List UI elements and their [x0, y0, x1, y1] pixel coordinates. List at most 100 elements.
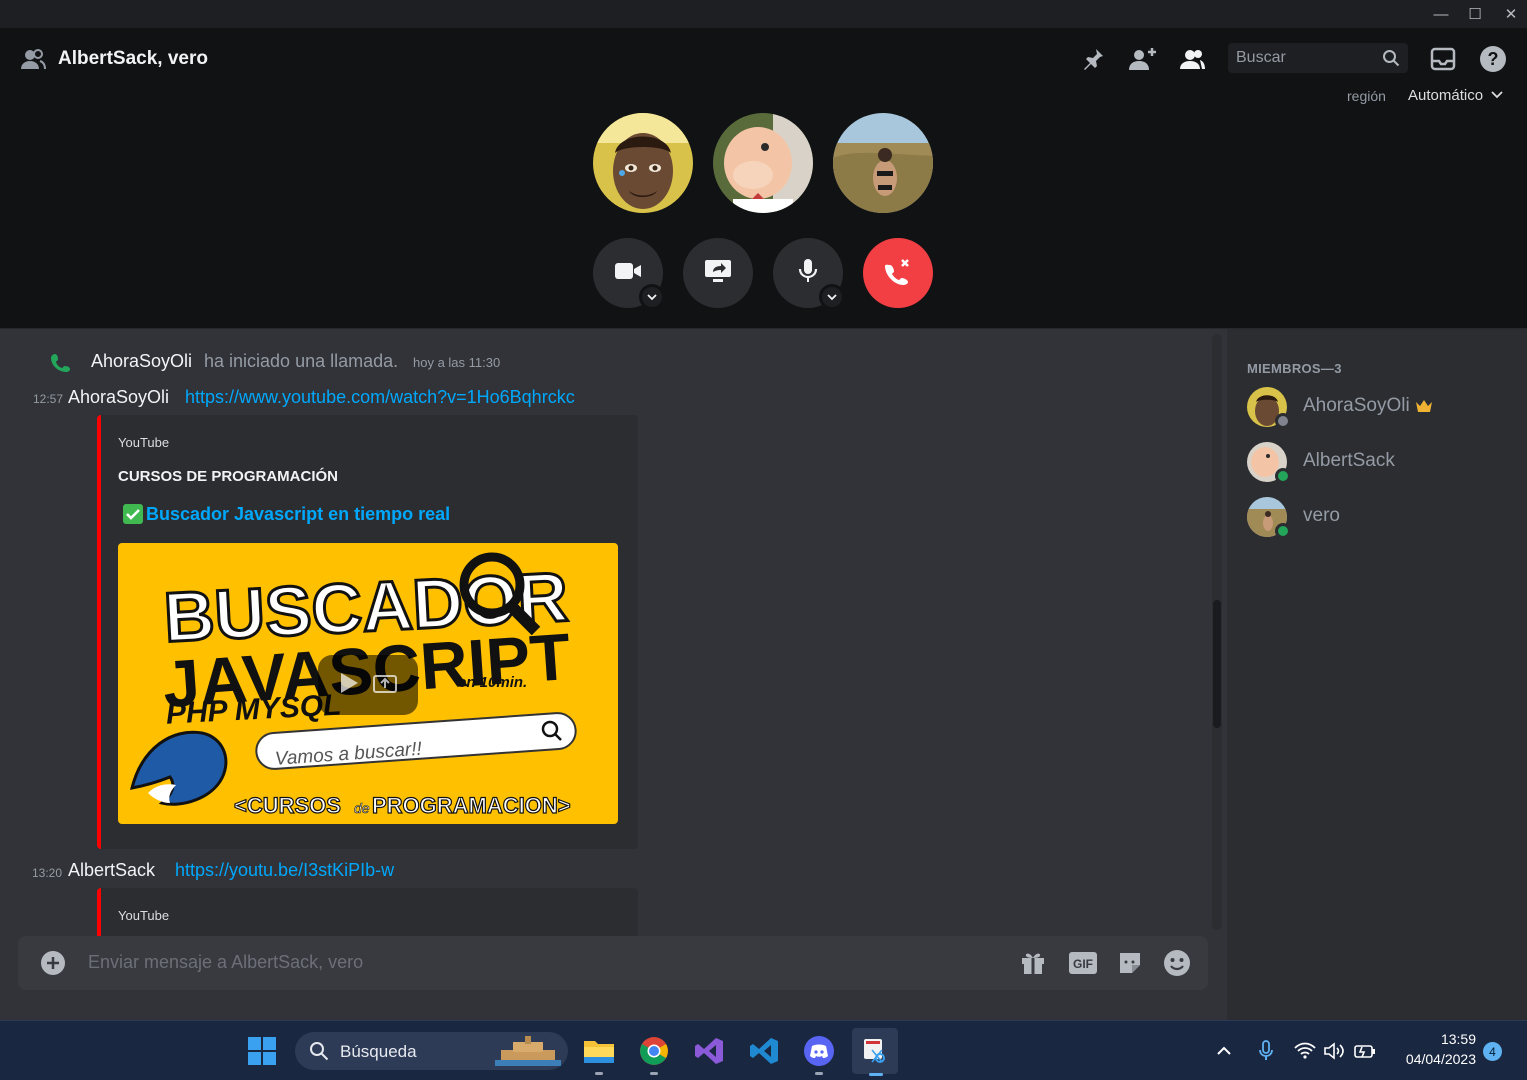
member-item-vero[interactable]: vero: [1247, 495, 1507, 539]
youtube-embed: YouTube: [97, 888, 638, 936]
camera-button[interactable]: [593, 238, 665, 310]
maximize-icon[interactable]: ☐: [1457, 0, 1493, 28]
play-icon[interactable]: [339, 672, 359, 699]
participant-avatar-ahorasoyoli[interactable]: [593, 113, 693, 213]
running-indicator: [650, 1072, 658, 1075]
embed-title[interactable]: Buscador Javascript en tiempo real: [146, 504, 450, 525]
message-time: 12:57: [33, 392, 64, 406]
gif-icon[interactable]: GIF: [1068, 948, 1098, 978]
add-attachment-icon[interactable]: [38, 948, 68, 978]
embed-provider[interactable]: YouTube: [118, 435, 169, 450]
thumb-footer-a: <CURSOS: [234, 793, 341, 818]
screen-share-icon: [704, 259, 732, 288]
thumb-fox-logo: [129, 730, 228, 806]
channel-header: AlbertSack, vero Buscar ?: [0, 28, 1527, 88]
call-started-message: AhoraSoyOli ha iniciado una llamada. hoy…: [0, 349, 1200, 375]
online-status-icon: [1275, 468, 1291, 484]
running-indicator: [595, 1072, 603, 1075]
camera-options-button[interactable]: [639, 284, 665, 310]
message-time: 13:20: [32, 866, 63, 880]
message-author[interactable]: AlbertSack: [68, 860, 155, 881]
vscode-icon[interactable]: [744, 1031, 784, 1071]
help-icon[interactable]: ?: [1478, 44, 1508, 74]
member-name: AlbertSack: [1303, 450, 1395, 471]
microphone-button[interactable]: [773, 238, 845, 310]
window-titlebar: — ☐ ✕: [0, 0, 1527, 28]
file-explorer-icon[interactable]: [579, 1031, 619, 1075]
online-status-icon: [1275, 523, 1291, 539]
pin-icon[interactable]: [1078, 44, 1108, 74]
group-dm-icon: [18, 44, 48, 74]
embed-author[interactable]: CURSOS DE PROGRAMACIÓN: [118, 468, 338, 485]
channel-title: AlbertSack, vero: [58, 48, 208, 69]
region-select[interactable]: Automático: [1408, 87, 1503, 104]
members-icon[interactable]: [1177, 44, 1207, 74]
region-value: Automático: [1408, 87, 1484, 104]
thumb-badge: en 10min.: [458, 674, 527, 691]
chrome-icon[interactable]: [634, 1031, 674, 1075]
minimize-icon[interactable]: —: [1423, 0, 1459, 28]
wifi-icon[interactable]: [1288, 1031, 1322, 1071]
video-thumbnail[interactable]: BUSCADOR JAVASCRIPT PHP MYSQL en 10min. …: [118, 543, 618, 824]
screen-share-button[interactable]: [683, 238, 753, 308]
thumb-footer-b: de: [354, 800, 370, 816]
gift-icon[interactable]: [1018, 948, 1048, 978]
search-highlight-image: [495, 1036, 561, 1071]
search-input[interactable]: Buscar: [1228, 43, 1408, 73]
taskbar-search-label: Búsqueda: [340, 1042, 417, 1061]
microphone-icon: [798, 258, 818, 289]
member-item-ahorasoyoli[interactable]: AhoraSoyOli: [1247, 385, 1507, 429]
participant-avatar-vero[interactable]: [833, 113, 933, 213]
microphone-icon[interactable]: [1248, 1031, 1284, 1071]
offline-status-icon: [1275, 413, 1291, 429]
search-icon: [1382, 49, 1400, 72]
battery-icon[interactable]: [1348, 1031, 1382, 1071]
running-indicator: [815, 1072, 823, 1075]
taskbar-search[interactable]: Búsqueda: [295, 1032, 568, 1070]
member-name: vero: [1303, 505, 1340, 526]
clock-date: 04/04/2023: [1405, 1051, 1476, 1067]
member-name: AhoraSoyOli: [1303, 395, 1410, 416]
member-list-heading: MIEMBROS—3: [1247, 361, 1342, 376]
message-link[interactable]: https://youtu.be/I3stKiPIb-w: [175, 860, 394, 881]
system-text: ha iniciado una llamada.: [204, 351, 399, 371]
add-friend-icon[interactable]: [1128, 44, 1158, 74]
sticker-icon[interactable]: [1115, 948, 1145, 978]
chevron-down-icon: [1491, 87, 1503, 104]
svg-text:GIF: GIF: [1073, 957, 1093, 971]
message-author[interactable]: AhoraSoyOli: [68, 387, 169, 408]
chevron-up-icon[interactable]: [1206, 1031, 1242, 1071]
participant-avatar-albertsack[interactable]: [713, 113, 813, 213]
windows-taskbar: Búsqueda 13:59 04/04/2023 4: [0, 1020, 1527, 1080]
chat-scrollbar-thumb[interactable]: [1213, 600, 1221, 728]
youtube-embed: YouTube CURSOS DE PROGRAMACIÓN Buscador …: [97, 415, 638, 849]
embed-provider[interactable]: YouTube: [118, 908, 169, 923]
crown-icon: [1415, 399, 1433, 418]
composer-placeholder: Enviar mensaje a AlbertSack, vero: [88, 952, 364, 972]
video-controls[interactable]: [318, 655, 418, 715]
discord-icon[interactable]: [799, 1031, 839, 1075]
clock-time: 13:59: [1440, 1031, 1476, 1047]
region-label: región: [1347, 88, 1386, 104]
message-link[interactable]: https://www.youtube.com/watch?v=1Ho6Bqhr…: [185, 387, 575, 408]
emoji-icon[interactable]: [1162, 948, 1192, 978]
svg-text:?: ?: [1488, 49, 1499, 69]
volume-icon[interactable]: [1318, 1031, 1352, 1071]
windows-start-icon[interactable]: [242, 1031, 282, 1071]
visual-studio-icon[interactable]: [689, 1031, 729, 1071]
message-composer[interactable]: Enviar mensaje a AlbertSack, vero GIF: [18, 936, 1208, 990]
notification-badge[interactable]: 4: [1483, 1042, 1502, 1061]
chat-panel: AhoraSoyOli ha iniciado una llamada. hoy…: [0, 328, 1227, 1020]
inbox-icon[interactable]: [1428, 44, 1458, 74]
member-item-albertsack[interactable]: AlbertSack: [1247, 440, 1507, 484]
hang-up-button[interactable]: [863, 238, 933, 308]
thumb-footer-c: PROGRAMACION>: [372, 793, 571, 818]
phone-icon: [50, 352, 72, 379]
snipping-tool-icon[interactable]: [852, 1028, 898, 1076]
system-time: hoy a las 11:30: [413, 355, 501, 370]
open-external-icon[interactable]: [373, 673, 397, 698]
system-user[interactable]: AhoraSoyOli: [91, 351, 192, 372]
microphone-options-button[interactable]: [819, 284, 845, 310]
close-icon[interactable]: ✕: [1493, 0, 1527, 28]
member-list: MIEMBROS—3 AhoraSoyOli AlbertSack vero: [1227, 328, 1527, 1020]
